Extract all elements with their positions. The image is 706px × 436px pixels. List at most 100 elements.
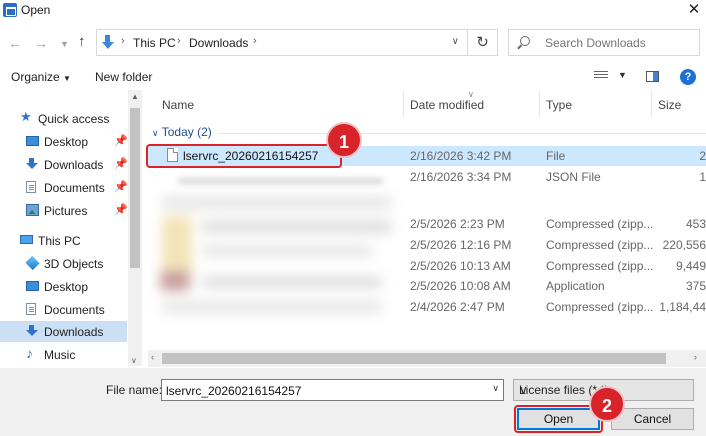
- file-type: File: [546, 149, 566, 163]
- column-header-label: Name: [162, 98, 195, 112]
- desktop-folder-icon: [26, 281, 39, 291]
- file-row[interactable]: 2/4/2026 2:47 PM Compressed (zipp... 1,1…: [148, 297, 706, 317]
- file-type: Compressed (zipp...: [546, 259, 654, 273]
- sidebar-scrollbar-thumb[interactable]: [130, 108, 140, 268]
- desktop-folder-icon: [26, 136, 39, 146]
- file-date: 2/5/2026 10:13 AM: [410, 259, 511, 273]
- view-dropdown-icon[interactable]: ▼: [618, 70, 627, 80]
- sidebar-item-label: Downloads: [44, 325, 104, 339]
- music-note-icon: ♪: [26, 345, 33, 361]
- organize-menu[interactable]: Organize ▼: [11, 70, 71, 84]
- file-size: 1,184,44: [659, 300, 706, 314]
- scroll-right-icon[interactable]: ›: [694, 352, 697, 362]
- column-header-type[interactable]: Type: [540, 90, 652, 118]
- back-arrow-icon[interactable]: ←: [8, 35, 22, 51]
- column-header-label: Date modified: [410, 98, 485, 112]
- file-name-input[interactable]: [166, 383, 486, 398]
- view-options-icon[interactable]: [594, 71, 608, 82]
- file-date: 2/5/2026 12:16 PM: [410, 238, 512, 252]
- file-row[interactable]: 2/5/2026 12:16 PM Compressed (zipp... 22…: [148, 235, 706, 255]
- column-header-size[interactable]: Size: [652, 90, 706, 118]
- navigation-pane: ★ Quick access Desktop 📌 Downloads 📌 Doc…: [0, 96, 142, 366]
- callout-badge-2: 2: [589, 386, 625, 422]
- sidebar-item-label: Desktop: [44, 135, 89, 149]
- sidebar-item-label: Documents: [44, 181, 105, 195]
- help-icon[interactable]: ?: [680, 69, 696, 85]
- refresh-icon: ↻: [476, 34, 489, 51]
- sidebar-item-label: This PC: [38, 234, 81, 248]
- organize-label: Organize: [11, 70, 60, 84]
- window-title: Open: [21, 3, 51, 17]
- forward-arrow-icon[interactable]: →: [34, 35, 48, 51]
- sidebar-item-label: Music: [44, 348, 76, 362]
- scroll-down-icon[interactable]: ∨: [131, 356, 137, 365]
- sidebar-item-downloads-pc[interactable]: Downloads: [0, 321, 127, 342]
- breadcrumb-chevron-icon[interactable]: ›: [177, 35, 181, 47]
- file-name-combobox[interactable]: ∨: [161, 379, 504, 401]
- breadcrumb-chevron-icon[interactable]: ›: [253, 35, 257, 47]
- column-header-name[interactable]: Name: [156, 90, 404, 118]
- star-icon: ★: [20, 109, 32, 124]
- breadcrumb-this-pc[interactable]: This PC: [133, 36, 176, 50]
- pin-icon[interactable]: 📌: [114, 203, 128, 216]
- sidebar-item-label: 3D Objects: [44, 257, 104, 271]
- refresh-button[interactable]: ↻: [468, 29, 498, 56]
- group-header-today[interactable]: ∨ Today (2): [152, 125, 212, 139]
- file-size: 220,556: [662, 238, 706, 252]
- new-folder-button[interactable]: New folder: [95, 70, 152, 84]
- title-bar: Open ✕: [0, 0, 706, 22]
- pin-icon[interactable]: 📌: [114, 134, 128, 147]
- file-type: Compressed (zipp...: [546, 217, 654, 231]
- sidebar-item-label: Downloads: [44, 158, 104, 172]
- downloads-folder-icon: [26, 325, 38, 337]
- scroll-up-icon[interactable]: ▲: [131, 92, 139, 101]
- up-arrow-icon[interactable]: ↑: [78, 33, 86, 50]
- file-size: 2: [699, 149, 706, 163]
- column-header-label: Size: [658, 98, 682, 112]
- sidebar-item-label: Pictures: [44, 204, 88, 218]
- file-size: 1: [699, 170, 706, 184]
- file-size: 9,449: [675, 259, 706, 273]
- recent-locations-chevron-icon[interactable]: ▼: [60, 39, 69, 49]
- group-header-label: Today (2): [161, 125, 212, 139]
- command-bar: Organize ▼ New folder ▼ ?: [0, 64, 706, 90]
- navigation-bar: ← → ▼ ↑ › This PC › Downloads › ∨ ↻: [0, 28, 706, 58]
- pictures-folder-icon: [26, 204, 39, 216]
- file-size: 453: [685, 217, 706, 231]
- 3d-objects-icon: [25, 255, 40, 271]
- file-date: 2/16/2026 3:34 PM: [410, 170, 512, 184]
- pin-icon[interactable]: 📌: [114, 180, 128, 193]
- file-date: 2/5/2026 10:08 AM: [410, 279, 511, 293]
- organize-dropdown-icon: ▼: [63, 74, 71, 83]
- file-type: JSON File: [546, 170, 601, 184]
- file-list-horizontal-scrollbar[interactable]: ‹ ›: [148, 350, 706, 367]
- preview-pane-icon[interactable]: [646, 71, 659, 82]
- file-row[interactable]: 2/5/2026 10:13 AM Compressed (zipp... 9,…: [148, 256, 706, 276]
- file-name-dropdown-icon[interactable]: ∨: [492, 383, 499, 394]
- file-list: Name ∨ Date modified Type Size ∨ Today (…: [148, 90, 706, 350]
- address-bar[interactable]: › This PC › Downloads › ∨: [96, 29, 468, 56]
- file-name-label: File name:: [106, 383, 163, 397]
- file-type: Compressed (zipp...: [546, 300, 654, 314]
- file-row[interactable]: 2/5/2026 2:23 PM Compressed (zipp... 453: [148, 214, 706, 234]
- search-input[interactable]: [545, 34, 695, 51]
- downloads-location-icon: [102, 35, 114, 49]
- address-dropdown-icon[interactable]: ∨: [452, 36, 459, 47]
- scroll-left-icon[interactable]: ‹: [151, 352, 154, 362]
- pin-icon[interactable]: 📌: [114, 157, 128, 170]
- file-size: 375: [685, 279, 706, 293]
- documents-folder-icon: [26, 303, 36, 315]
- search-box[interactable]: [508, 29, 700, 56]
- sidebar-item-label: Quick access: [38, 112, 110, 126]
- group-divider: [218, 133, 706, 134]
- breadcrumb-chevron-icon[interactable]: ›: [121, 35, 125, 47]
- callout-highlight-file: [146, 144, 342, 168]
- breadcrumb-downloads[interactable]: Downloads: [189, 36, 248, 50]
- downloads-folder-icon: [26, 158, 38, 170]
- column-header-date[interactable]: Date modified: [404, 90, 540, 118]
- search-icon: [520, 36, 530, 46]
- file-row[interactable]: 2/5/2026 10:08 AM Application 375: [148, 276, 706, 296]
- horizontal-scrollbar-thumb[interactable]: [162, 353, 666, 364]
- file-type: Compressed (zipp...: [546, 238, 654, 252]
- close-icon[interactable]: ✕: [684, 0, 704, 18]
